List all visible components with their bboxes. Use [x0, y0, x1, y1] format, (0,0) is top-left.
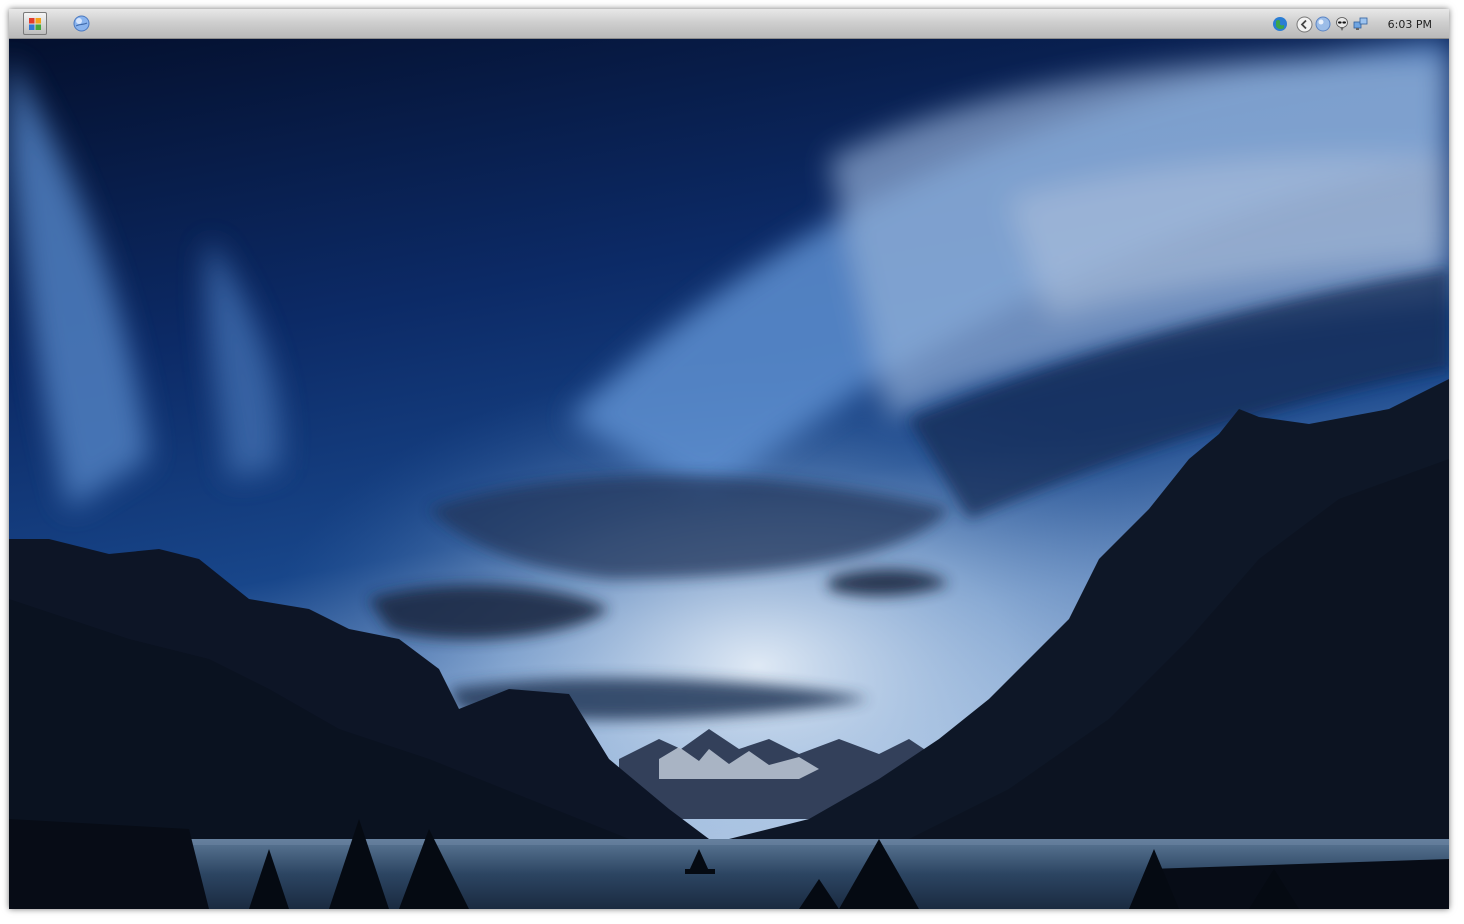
taskbar: 6:03 PM	[9, 9, 1449, 39]
moon-globe-icon[interactable]	[1315, 16, 1331, 32]
network-computers-icon[interactable]	[1353, 16, 1369, 32]
alien-icon[interactable]	[1334, 16, 1350, 32]
desktop-wallpaper	[9, 39, 1449, 909]
start-button[interactable]	[23, 12, 47, 35]
system-tray: 6:03 PM	[1272, 9, 1449, 39]
network-globe-icon[interactable]	[1272, 16, 1288, 32]
browser-globe-icon[interactable]	[73, 15, 90, 32]
tray-collapse-arrow-icon[interactable]	[1296, 16, 1313, 33]
start-menu-grid-icon	[29, 17, 41, 30]
taskbar-clock[interactable]: 6:03 PM	[1388, 18, 1432, 31]
desktop-screen: 6:03 PM	[9, 9, 1449, 909]
